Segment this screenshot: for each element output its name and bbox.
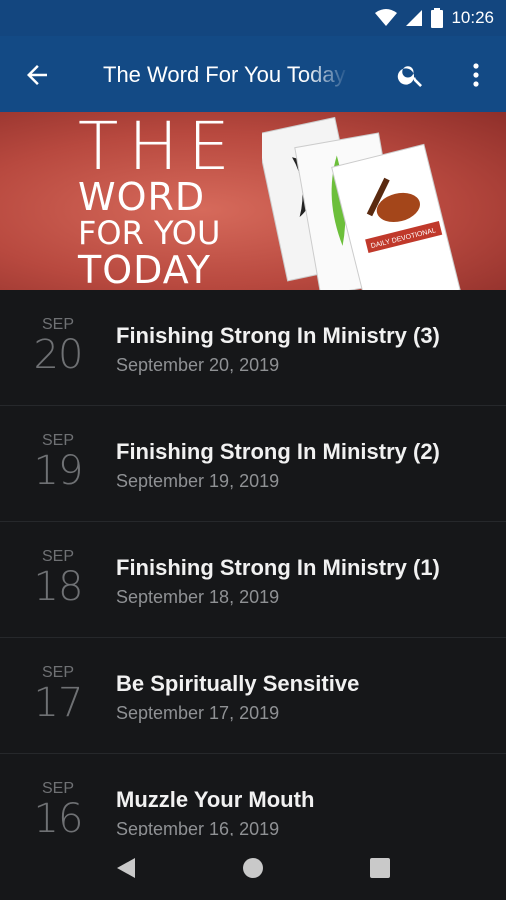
list-item[interactable]: SEP 17 Be Spiritually Sensitive Septembe… <box>0 638 506 754</box>
item-title: Be Spiritually Sensitive <box>116 671 360 696</box>
signal-icon <box>406 10 423 26</box>
battery-icon <box>431 8 444 28</box>
item-title: Finishing Strong In Ministry (1) <box>116 555 440 580</box>
nav-home-button[interactable] <box>239 854 267 882</box>
item-date: September 20, 2019 <box>116 355 280 375</box>
wifi-icon <box>375 9 398 26</box>
date-badge: SEP 18 <box>28 548 88 608</box>
recents-square-icon <box>370 858 390 878</box>
system-nav-bar <box>0 836 506 900</box>
item-date: September 16, 2019 <box>116 819 280 836</box>
search-icon <box>397 66 422 87</box>
banner-line-for-you: FOR YOU <box>78 214 221 252</box>
date-day: 17 <box>33 680 84 726</box>
date-day: 16 <box>33 796 84 836</box>
date-day: 20 <box>33 332 84 378</box>
date-day: 18 <box>33 564 84 610</box>
list-item[interactable]: SEP 20 Finishing Strong In Ministry (3) … <box>0 290 506 406</box>
banner-line-the: THE <box>78 112 240 185</box>
status-time: 10:26 <box>451 8 494 27</box>
list-item[interactable]: SEP 16 Muzzle Your Mouth September 16, 2… <box>0 754 506 836</box>
search-button[interactable] <box>396 60 426 90</box>
item-title: Muzzle Your Mouth <box>116 787 315 812</box>
item-title: Finishing Strong In Ministry (2) <box>116 439 440 464</box>
app-title: The Word For You Today <box>103 62 346 87</box>
list-item[interactable]: SEP 19 Finishing Strong In Ministry (2) … <box>0 406 506 522</box>
item-date: September 17, 2019 <box>116 703 280 723</box>
date-badge: SEP 16 <box>28 780 88 836</box>
nav-recents-button[interactable] <box>366 854 394 882</box>
back-triangle-icon <box>117 858 135 878</box>
status-bar: 10:26 <box>0 0 506 36</box>
back-button[interactable] <box>22 60 52 90</box>
date-day: 19 <box>33 448 84 494</box>
banner-title: THE WORD FOR YOU TODAY <box>78 112 240 291</box>
home-circle-icon <box>243 858 263 878</box>
date-badge: SEP 17 <box>28 664 88 724</box>
item-date: September 18, 2019 <box>116 587 280 607</box>
devotional-list: SEP 20 Finishing Strong In Ministry (3) … <box>0 290 506 836</box>
list-item[interactable]: SEP 18 Finishing Strong In Ministry (1) … <box>0 522 506 638</box>
devotional-cards-image: DAILY DEVOTIONAL <box>262 116 461 290</box>
date-badge: SEP 20 <box>28 316 88 376</box>
item-date: September 19, 2019 <box>116 471 280 491</box>
more-options-button[interactable] <box>464 60 488 90</box>
more-vert-icon <box>473 63 479 87</box>
back-arrow-icon <box>27 65 47 85</box>
date-badge: SEP 19 <box>28 432 88 492</box>
nav-back-button[interactable] <box>112 854 140 882</box>
banner-line-today: TODAY <box>78 248 211 290</box>
item-title: Finishing Strong In Ministry (3) <box>116 323 440 348</box>
status-icons: 10:26 <box>375 8 494 28</box>
app-bar: The Word For You Today <box>0 36 506 112</box>
header-banner: THE WORD FOR YOU TODAY DAILY DEVOTIONAL <box>0 112 506 290</box>
